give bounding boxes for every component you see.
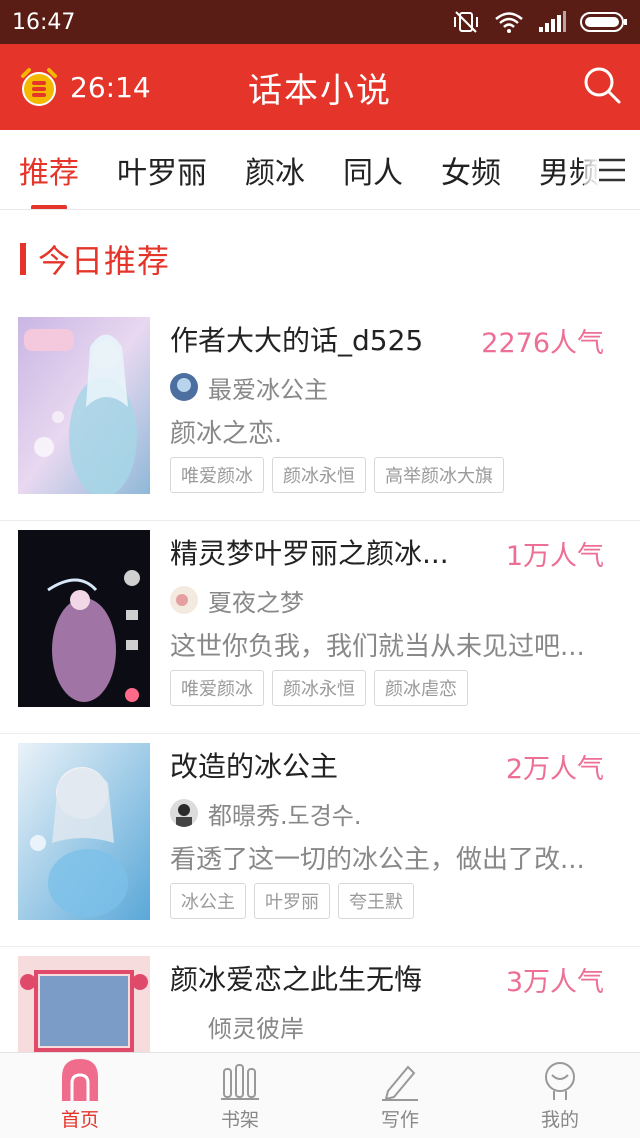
book-title: 精灵梦叶罗丽之颜冰... xyxy=(170,537,449,570)
avatar xyxy=(170,586,198,614)
nav-profile[interactable]: 我的 xyxy=(480,1053,640,1138)
book-description: 看透了这一切的冰公主，做出了改... xyxy=(170,845,585,875)
bottom-nav: 首页 书架 写作 我的 xyxy=(0,1052,640,1138)
nav-label: 书架 xyxy=(220,1109,259,1131)
nav-label: 首页 xyxy=(60,1109,99,1131)
book-popularity: 2276人气 xyxy=(481,328,604,359)
author-row: 夏夜之梦 xyxy=(170,584,640,617)
tabs-menu-button[interactable] xyxy=(584,130,640,209)
book-list: 作者大大的话_d525 2276人气 最爱冰公主 颜冰之恋. 唯爱颜冰 颜冰永恒… xyxy=(0,308,640,1138)
section-accent-bar xyxy=(20,243,26,275)
bookshelf-icon xyxy=(221,1064,259,1100)
book-info: 改造的冰公主 2万人气 都暻秀.도경수. 看透了这一切的冰公主，做出了改... … xyxy=(170,743,640,946)
menu-icon xyxy=(599,158,625,182)
tab-yanbing[interactable]: 颜冰 xyxy=(226,130,324,209)
battery-icon xyxy=(580,12,627,32)
book-item[interactable]: 精灵梦叶罗丽之颜冰... 1万人气 夏夜之梦 这世你负我，我们就当从未见过吧..… xyxy=(0,521,640,734)
tab-yeluoli[interactable]: 叶罗丽 xyxy=(98,130,226,209)
wifi-icon xyxy=(495,12,523,33)
book-cover xyxy=(18,530,150,707)
tag[interactable]: 颜冰永恒 xyxy=(272,670,366,706)
tag[interactable]: 冰公主 xyxy=(170,883,246,919)
timer[interactable]: 26:14 xyxy=(18,66,151,108)
section-title: 今日推荐 xyxy=(38,242,171,280)
book-description: 颜冰之恋. xyxy=(170,419,283,449)
book-popularity: 1万人气 xyxy=(505,541,604,572)
book-info: 作者大大的话_d525 2276人气 最爱冰公主 颜冰之恋. 唯爱颜冰 颜冰永恒… xyxy=(170,317,640,520)
search-icon xyxy=(584,67,621,104)
home-icon xyxy=(62,1059,98,1101)
book-cover xyxy=(18,317,150,494)
nav-bookshelf[interactable]: 书架 xyxy=(160,1053,320,1138)
alarm-clock-icon xyxy=(21,68,57,106)
book-item[interactable]: 作者大大的话_d525 2276人气 最爱冰公主 颜冰之恋. 唯爱颜冰 颜冰永恒… xyxy=(0,308,640,521)
section-header: 今日推荐 xyxy=(0,210,640,308)
tab-female[interactable]: 女频 xyxy=(422,130,520,209)
author-row: 都暻秀.도경수. xyxy=(170,797,640,830)
avatar xyxy=(170,799,198,827)
author-name: 最爱冰公主 xyxy=(208,375,328,404)
timer-text: 26:14 xyxy=(70,70,151,104)
category-tabs: 推荐 叶罗丽 颜冰 同人 女频 男频 xyxy=(0,130,640,210)
tab-fanfic[interactable]: 同人 xyxy=(324,130,422,209)
book-popularity: 3万人气 xyxy=(505,967,604,998)
book-cover xyxy=(18,743,150,920)
book-info: 精灵梦叶罗丽之颜冰... 1万人气 夏夜之梦 这世你负我，我们就当从未见过吧..… xyxy=(170,530,640,733)
author-row: 最爱冰公主 xyxy=(170,371,640,404)
book-title: 改造的冰公主 xyxy=(170,750,339,783)
book-description: 这世你负我，我们就当从未见过吧... xyxy=(170,632,585,662)
tag-list: 冰公主 叶罗丽 夸王默 xyxy=(170,883,640,919)
author-row: 倾灵彼岸 xyxy=(170,1010,640,1043)
status-bar: 16:47 xyxy=(0,0,640,44)
tag[interactable]: 唯爱颜冰 xyxy=(170,457,264,493)
author-name: 夏夜之梦 xyxy=(208,588,304,617)
book-title: 作者大大的话_d525 xyxy=(170,324,424,357)
nav-write[interactable]: 写作 xyxy=(320,1053,480,1138)
pencil-icon xyxy=(382,1065,418,1101)
status-icons xyxy=(452,10,628,34)
author-name: 倾灵彼岸 xyxy=(208,1014,304,1043)
search-button[interactable] xyxy=(582,65,622,109)
profile-icon xyxy=(545,1062,575,1100)
tag[interactable]: 颜冰虐恋 xyxy=(374,670,468,706)
tag[interactable]: 叶罗丽 xyxy=(254,883,330,919)
avatar xyxy=(170,1012,198,1040)
author-name: 都暻秀.도경수. xyxy=(208,801,362,830)
tag-list: 唯爱颜冰 颜冰永恒 颜冰虐恋 xyxy=(170,670,640,706)
tab-recommend[interactable]: 推荐 xyxy=(0,130,98,209)
vibrate-off-icon xyxy=(454,11,478,33)
tag[interactable]: 唯爱颜冰 xyxy=(170,670,264,706)
tag-list: 唯爱颜冰 颜冰永恒 高举颜冰大旗 xyxy=(170,457,640,493)
nav-label: 写作 xyxy=(380,1109,419,1131)
book-title: 颜冰爱恋之此生无悔 xyxy=(170,963,423,996)
avatar xyxy=(170,373,198,401)
tag[interactable]: 颜冰永恒 xyxy=(272,457,366,493)
status-time: 16:47 xyxy=(12,9,76,35)
signal-icon xyxy=(539,11,566,32)
nav-label: 我的 xyxy=(540,1109,579,1131)
book-item[interactable]: 改造的冰公主 2万人气 都暻秀.도경수. 看透了这一切的冰公主，做出了改... … xyxy=(0,734,640,947)
book-popularity: 2万人气 xyxy=(505,754,604,785)
app-header: 26:14 话本小说 xyxy=(0,44,640,130)
tag[interactable]: 夸王默 xyxy=(338,883,414,919)
nav-home[interactable]: 首页 xyxy=(0,1053,160,1138)
tag[interactable]: 高举颜冰大旗 xyxy=(374,457,504,493)
